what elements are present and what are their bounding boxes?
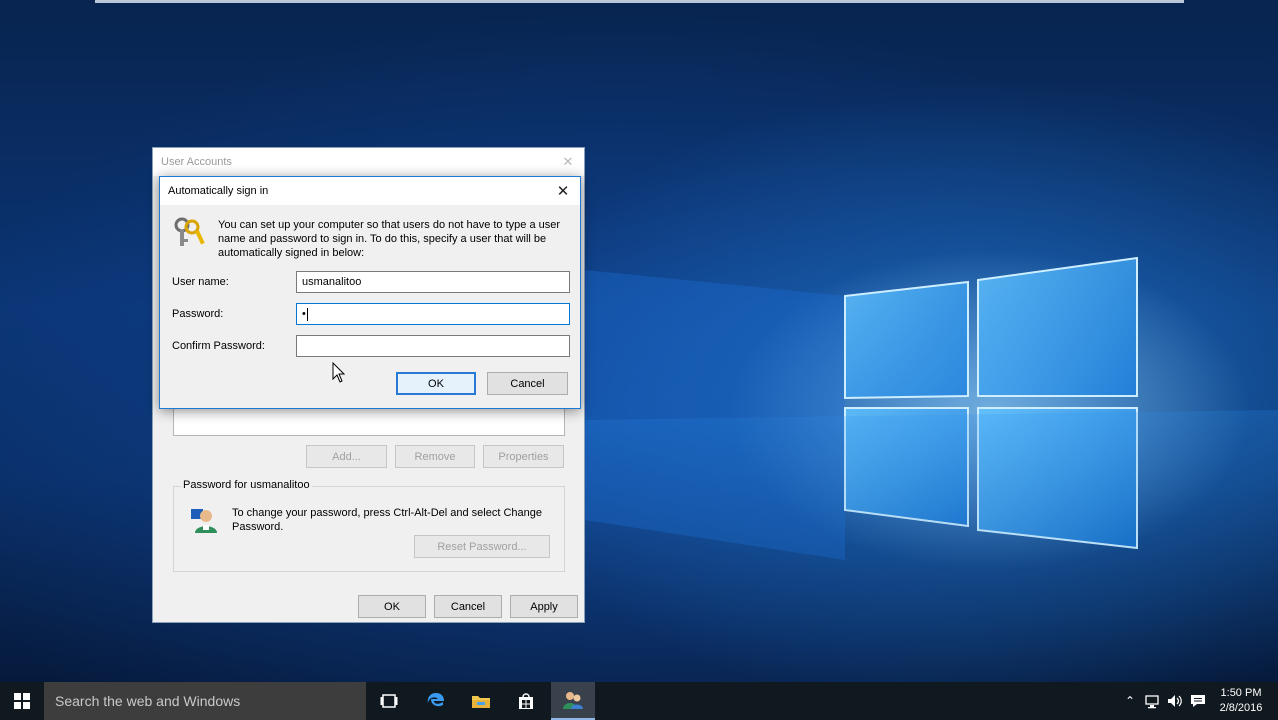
volume-icon[interactable] [1166, 692, 1184, 710]
ua-ok-button[interactable]: OK [358, 595, 426, 618]
start-button[interactable] [0, 682, 44, 720]
edge-button[interactable] [414, 682, 458, 720]
auto-signin-description: You can set up your computer so that use… [218, 219, 561, 259]
taskbar: Search the web and Windows ⌃ 1:50 PM 2/8… [0, 682, 1278, 720]
confirm-password-label: Confirm Password: [172, 340, 265, 352]
add-user-button[interactable]: Add... [306, 445, 387, 468]
taskbar-clock[interactable]: 1:50 PM 2/8/2016 [1212, 686, 1270, 716]
username-value: usmanalitoo [302, 276, 362, 288]
user-accounts-titlebar[interactable]: User Accounts ✕ [153, 148, 584, 176]
clock-date: 2/8/2016 [1219, 702, 1263, 714]
file-explorer-button[interactable] [459, 682, 503, 720]
password-group-label: Password for usmanalitoo [181, 479, 312, 491]
show-hidden-icons-chevron-icon[interactable]: ⌃ [1121, 692, 1139, 710]
edge-icon [427, 693, 444, 707]
password-group: Password for usmanalitoo To change your … [173, 479, 565, 572]
confirm-password-input[interactable] [296, 335, 570, 357]
change-password-text: To change your password, press Ctrl-Alt-… [232, 507, 542, 533]
taskbar-search-box[interactable]: Search the web and Windows [44, 682, 366, 720]
keys-icon [174, 217, 205, 246]
task-view-button[interactable] [367, 682, 411, 720]
ua-cancel-button[interactable]: Cancel [434, 595, 502, 618]
windows-start-icon [14, 693, 30, 709]
password-input[interactable]: • [296, 303, 570, 325]
search-placeholder: Search the web and Windows [55, 693, 241, 709]
clock-time: 1:50 PM [1220, 687, 1262, 699]
store-icon [519, 693, 533, 709]
username-input[interactable]: usmanalitoo [296, 271, 570, 293]
store-button[interactable] [504, 682, 548, 720]
auto-signin-title: Automatically sign in [168, 185, 269, 197]
auto-signin-cancel-button[interactable]: Cancel [487, 372, 568, 395]
user-accounts-taskbar-button[interactable] [551, 682, 595, 720]
network-icon[interactable] [1144, 692, 1162, 710]
user-password-icon [191, 509, 217, 533]
user-accounts-title: User Accounts [161, 156, 232, 168]
username-label: User name: [172, 276, 229, 288]
auto-signin-ok-button[interactable]: OK [396, 372, 476, 395]
task-view-icon [380, 694, 398, 708]
reset-password-button[interactable]: Reset Password... [414, 535, 550, 558]
mouse-pointer-icon [332, 362, 346, 383]
password-value: • [302, 308, 306, 320]
file-explorer-icon [472, 696, 490, 708]
auto-signin-titlebar[interactable]: Automatically sign in ✕ [160, 177, 580, 205]
password-label: Password: [172, 308, 224, 320]
ua-apply-button[interactable]: Apply [510, 595, 578, 618]
properties-button[interactable]: Properties [483, 445, 564, 468]
user-accounts-icon [563, 692, 583, 709]
action-center-icon[interactable] [1189, 692, 1207, 710]
text-caret [306, 307, 308, 321]
close-icon[interactable]: ✕ [554, 182, 572, 200]
close-icon[interactable]: ✕ [560, 154, 576, 170]
auto-signin-dialog: Automatically sign in ✕ You can set up y… [159, 176, 581, 409]
remove-user-button[interactable]: Remove [395, 445, 475, 468]
